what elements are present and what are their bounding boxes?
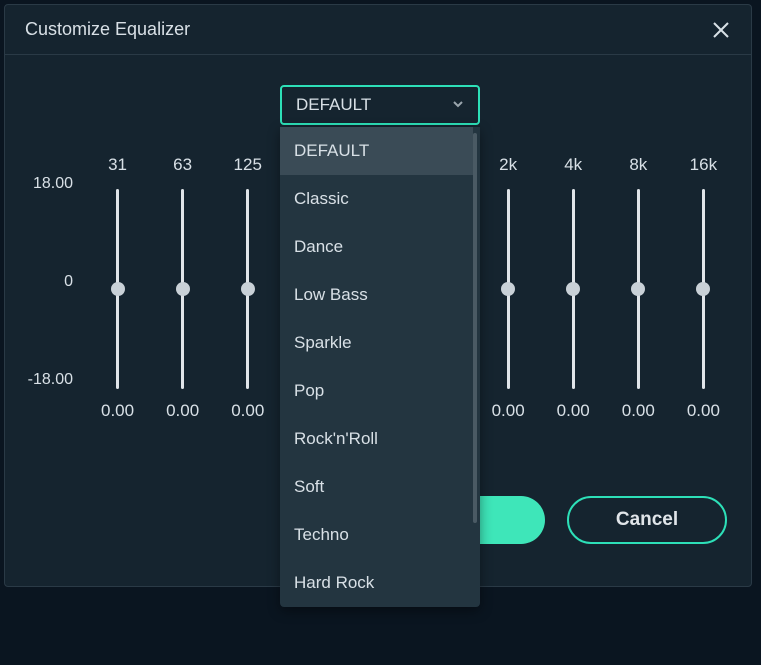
slider-thumb[interactable] xyxy=(176,282,190,296)
dropdown-scrollbar[interactable] xyxy=(473,133,477,523)
dialog-content: DEFAULT 18.00 0 -18.00 31 0.00 63 xyxy=(5,55,751,580)
equalizer-dialog: Customize Equalizer DEFAULT 18.00 0 -18.… xyxy=(4,4,752,587)
axis-mid: 0 xyxy=(64,273,73,291)
band-freq-label: 2k xyxy=(499,155,517,183)
preset-option-pop[interactable]: Pop xyxy=(280,367,473,415)
eq-band-125: 125 0.00 xyxy=(215,155,280,421)
eq-band-2k: 2k 0.00 xyxy=(476,155,541,421)
slider-thumb[interactable] xyxy=(501,282,515,296)
band-slider[interactable] xyxy=(181,189,184,389)
band-freq-label: 31 xyxy=(108,155,127,183)
eq-band-31: 31 0.00 xyxy=(85,155,150,421)
gain-axis: 18.00 0 -18.00 xyxy=(20,175,85,385)
titlebar: Customize Equalizer xyxy=(5,5,751,55)
band-slider[interactable] xyxy=(116,189,119,389)
slider-thumb[interactable] xyxy=(631,282,645,296)
preset-option-default[interactable]: DEFAULT xyxy=(280,127,473,175)
slider-thumb[interactable] xyxy=(241,282,255,296)
band-value: 0.00 xyxy=(557,401,590,421)
close-button[interactable] xyxy=(711,20,731,40)
preset-option-soft[interactable]: Soft xyxy=(280,463,473,511)
preset-option-hardrock[interactable]: Hard Rock xyxy=(280,559,473,607)
preset-select[interactable]: DEFAULT xyxy=(280,85,480,125)
band-slider[interactable] xyxy=(572,189,575,389)
preset-option-classic[interactable]: Classic xyxy=(280,175,473,223)
band-slider[interactable] xyxy=(637,189,640,389)
band-slider[interactable] xyxy=(246,189,249,389)
preset-option-lowbass[interactable]: Low Bass xyxy=(280,271,473,319)
axis-max: 18.00 xyxy=(33,175,73,193)
slider-thumb[interactable] xyxy=(696,282,710,296)
band-freq-label: 63 xyxy=(173,155,192,183)
band-slider[interactable] xyxy=(702,189,705,389)
preset-selected-label: DEFAULT xyxy=(296,95,371,115)
chevron-down-icon xyxy=(452,95,464,115)
band-value: 0.00 xyxy=(166,401,199,421)
axis-min: -18.00 xyxy=(28,371,73,389)
band-value: 0.00 xyxy=(622,401,655,421)
band-slider[interactable] xyxy=(507,189,510,389)
band-value: 0.00 xyxy=(492,401,525,421)
slider-thumb[interactable] xyxy=(111,282,125,296)
eq-band-4k: 4k 0.00 xyxy=(541,155,606,421)
slider-thumb[interactable] xyxy=(566,282,580,296)
preset-option-rocknroll[interactable]: Rock'n'Roll xyxy=(280,415,473,463)
band-freq-label: 8k xyxy=(629,155,647,183)
band-freq-label: 4k xyxy=(564,155,582,183)
band-freq-label: 16k xyxy=(690,155,717,183)
eq-band-8k: 8k 0.00 xyxy=(606,155,671,421)
band-value: 0.00 xyxy=(687,401,720,421)
eq-band-63: 63 0.00 xyxy=(150,155,215,421)
dialog-title: Customize Equalizer xyxy=(25,19,190,40)
preset-dropdown[interactable]: DEFAULT Classic Dance Low Bass Sparkle P… xyxy=(280,127,480,607)
cancel-button[interactable]: Cancel xyxy=(567,496,727,544)
band-value: 0.00 xyxy=(231,401,264,421)
preset-option-sparkle[interactable]: Sparkle xyxy=(280,319,473,367)
preset-option-techno[interactable]: Techno xyxy=(280,511,473,559)
band-freq-label: 125 xyxy=(234,155,262,183)
eq-band-16k: 16k 0.00 xyxy=(671,155,736,421)
band-value: 0.00 xyxy=(101,401,134,421)
close-icon xyxy=(712,21,730,39)
preset-option-dance[interactable]: Dance xyxy=(280,223,473,271)
